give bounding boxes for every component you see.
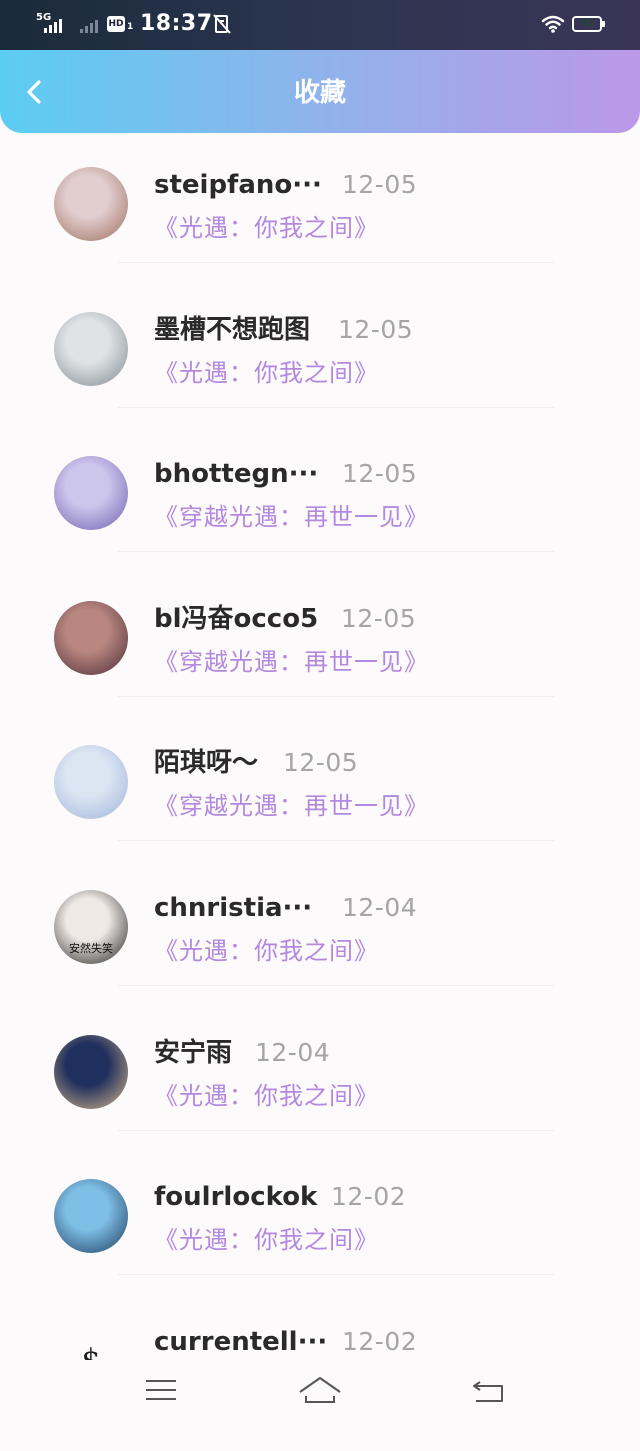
signal-strength-icon: 5G xyxy=(36,13,66,35)
avatar-woman-photo[interactable] xyxy=(54,600,128,675)
list-item[interactable]: 墨槽不想跑图 12-05 《光遇：你我之间》 xyxy=(0,295,640,440)
page-title: 收藏 xyxy=(293,78,346,108)
item-header: bl冯奋occo5 xyxy=(154,602,318,638)
list-item[interactable]: 安宁雨 12-04 《光遇：你我之间》 xyxy=(0,1018,640,1163)
favorite-date: 12-04 xyxy=(342,892,418,922)
battery-level: 62 xyxy=(580,18,594,29)
user-name[interactable]: steipfano··· xyxy=(154,168,322,202)
user-name[interactable]: bl冯奋occo5 xyxy=(154,602,318,636)
divider xyxy=(118,695,554,697)
list-item[interactable]: 安然失笑 chnristia··· 12-04 《光遇：你我之间》 xyxy=(0,873,640,1018)
divider xyxy=(118,406,554,408)
work-title-link[interactable]: 《光遇：你我之间》 xyxy=(154,1078,379,1114)
navigation-bar xyxy=(0,1360,640,1427)
list-item[interactable]: 陌琪呀～ 12-05 《穿越光遇：再世一见》 xyxy=(0,728,640,873)
app-header: 收藏 xyxy=(0,50,640,133)
home-button[interactable] xyxy=(290,1370,350,1410)
divider xyxy=(118,1274,554,1276)
clock-time: 18:37 xyxy=(140,11,213,36)
item-header: bhottegn··· xyxy=(154,457,318,493)
work-title-link[interactable]: 《穿越光遇：再世一见》 xyxy=(154,644,429,680)
favorite-date: 12-05 xyxy=(342,170,418,199)
favorite-date: 12-05 xyxy=(338,314,414,344)
hd-sim-label: 1 xyxy=(127,22,134,32)
work-title-link[interactable]: 《光遇：你我之间》 xyxy=(154,933,379,969)
avatar-photo-caption[interactable]: 安然失笑 xyxy=(54,889,128,964)
avatar-caption: 安然失笑 xyxy=(69,941,113,955)
back-icon xyxy=(473,1381,503,1402)
list-item[interactable]: foulrlockok 12-02 《光遇：你我之间》 xyxy=(0,1162,640,1307)
avatar-anime-purple[interactable] xyxy=(54,456,128,531)
wifi-icon xyxy=(541,15,565,33)
favorite-date: 12-02 xyxy=(331,1182,407,1212)
item-header: 陌琪呀～ xyxy=(154,746,258,782)
list-item[interactable]: bhottegn··· 12-05 《穿越光遇：再世一见》 xyxy=(0,439,640,584)
status-bar: 5G HD 1 18:37 62 xyxy=(0,0,640,50)
user-name[interactable]: currentell··· xyxy=(154,1325,327,1359)
list-item[interactable]: bl冯奋occo5 12-05 《穿越光遇：再世一见》 xyxy=(0,584,640,729)
list-item[interactable]: steipfano··· 12-05 《光遇：你我之间》 xyxy=(0,150,640,295)
favorites-list: steipfano··· 12-05 《光遇：你我之间》 墨槽不想跑图 12-05 《光遇… xyxy=(0,150,640,1451)
user-name[interactable]: 墨槽不想跑图 xyxy=(154,313,310,347)
item-header: foulrlockok xyxy=(154,1180,317,1216)
secondary-signal-icon xyxy=(80,15,104,35)
battery-icon: 62 xyxy=(572,16,605,32)
user-name[interactable]: chnristia··· xyxy=(154,891,312,925)
do-not-disturb-icon xyxy=(213,14,231,34)
item-header: steipfano··· xyxy=(154,168,322,204)
divider xyxy=(118,551,554,553)
item-header: currentell··· xyxy=(154,1325,327,1361)
favorite-date: 12-02 xyxy=(342,1326,418,1356)
system-back-button[interactable] xyxy=(458,1370,518,1410)
user-name[interactable]: bhottegn··· xyxy=(154,457,318,491)
divider xyxy=(118,1129,554,1131)
item-header: 安宁雨 xyxy=(154,1036,232,1072)
work-title-link[interactable]: 《穿越光遇：再世一见》 xyxy=(154,499,429,535)
menu-icon xyxy=(146,1380,176,1400)
work-title-link[interactable]: 《光遇：你我之间》 xyxy=(154,1222,379,1258)
favorite-date: 12-05 xyxy=(341,603,417,633)
work-title-link[interactable]: 《穿越光遇：再世一见》 xyxy=(154,788,429,824)
network-type-label: 5G xyxy=(36,12,52,23)
user-name[interactable]: 安宁雨 xyxy=(154,1036,232,1070)
avatar-anime-pastel[interactable] xyxy=(54,745,128,820)
user-name[interactable]: foulrlockok xyxy=(154,1180,317,1214)
home-icon xyxy=(299,1377,341,1403)
favorite-date: 12-04 xyxy=(255,1037,331,1067)
menu-button[interactable] xyxy=(130,1370,190,1410)
hd-voice-icon: HD xyxy=(107,16,125,32)
item-header: chnristia··· xyxy=(154,891,312,927)
favorite-date: 12-05 xyxy=(342,459,418,489)
favorite-date: 12-05 xyxy=(283,748,359,778)
divider xyxy=(118,262,554,263)
avatar-anime-white-hair[interactable] xyxy=(54,311,128,386)
avatar-anime-space[interactable] xyxy=(54,1034,128,1109)
work-title-link[interactable]: 《光遇：你我之间》 xyxy=(154,210,379,246)
divider xyxy=(118,840,554,842)
avatar-landscape-lake[interactable] xyxy=(54,1179,128,1254)
avatar-girl-photo[interactable] xyxy=(54,167,128,241)
divider xyxy=(118,984,554,986)
user-name[interactable]: 陌琪呀～ xyxy=(154,746,258,780)
work-title-link[interactable]: 《光遇：你我之间》 xyxy=(154,355,379,391)
item-header: 墨槽不想跑图 xyxy=(154,313,310,349)
